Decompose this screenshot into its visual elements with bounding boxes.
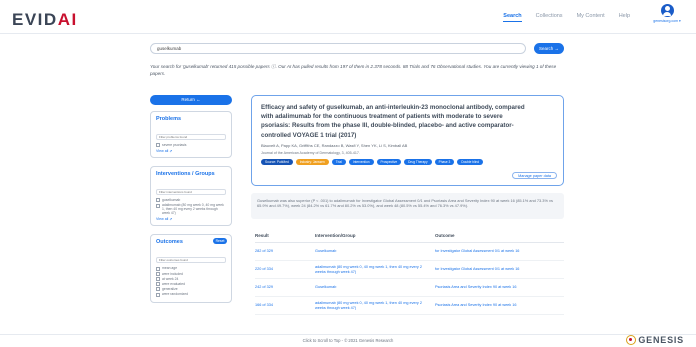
- intervention-cell[interactable]: Guselkumab: [315, 285, 435, 290]
- filter-option[interactable]: guselkumab: [156, 198, 226, 203]
- checkbox[interactable]: [156, 282, 160, 287]
- outcome-cell[interactable]: for Investigator Global Assessment 0/1 a…: [435, 267, 564, 272]
- tag-trial[interactable]: Trial: [331, 158, 346, 165]
- user-avatar-icon[interactable]: [660, 4, 674, 17]
- return-button[interactable]: Return ←: [150, 95, 232, 105]
- tag-industry[interactable]: Industry: Janssen: [295, 158, 329, 165]
- outcome-cell[interactable]: for Investigator Global Assessment 0/1 a…: [435, 249, 564, 254]
- paper-card: Efficacy and safety of guselkumab, an an…: [251, 95, 564, 186]
- conclusion-text: Guselkumab was also superior (P < .001) …: [251, 193, 564, 219]
- outcomes-filter-input[interactable]: [156, 257, 226, 264]
- search-bar: Search →: [150, 43, 564, 54]
- paper-authors: Blauvelt A, Papp KA, Griffiths CE, Randa…: [261, 142, 408, 148]
- interventions-filter: Interventions / Groups guselkumab adalim…: [150, 166, 232, 227]
- user-menu[interactable]: genesisorg.com ▾: [652, 4, 682, 23]
- filter-option[interactable]: were evaluated: [156, 282, 226, 287]
- scroll-to-top-link[interactable]: Click to Scroll to Top - © 2021 Genesis …: [0, 338, 696, 343]
- filter-option[interactable]: adalimumab (80 mg week 0, 40 mg week 1, …: [156, 203, 226, 215]
- paper-journal: Journal of the American Academy of Derma…: [261, 150, 360, 155]
- column-header: Outcome: [435, 233, 455, 238]
- filter-option[interactable]: were randomized: [156, 292, 226, 297]
- nav-collections[interactable]: Collections: [536, 13, 563, 22]
- intervention-cell[interactable]: Guselkumab: [315, 249, 435, 254]
- problems-view-all[interactable]: View all ⇗: [156, 149, 226, 153]
- logo-main: EVID: [12, 10, 58, 29]
- outcome-cell[interactable]: Psoriasis Area and Severity Index 90 at …: [435, 285, 564, 290]
- table-row[interactable]: 220 of 334 adalimumab (80 mg week 0, 40 …: [255, 261, 564, 279]
- outcome-cell[interactable]: Psoriasis Area and Severity Index 90 at …: [435, 303, 564, 308]
- filter-option[interactable]: mean age: [156, 266, 226, 271]
- tag-phase[interactable]: Phase 3: [434, 158, 455, 165]
- footer: Click to Scroll to Top - © 2021 Genesis …: [0, 334, 696, 347]
- search-input[interactable]: [150, 43, 526, 54]
- checkbox[interactable]: [156, 287, 160, 292]
- user-name[interactable]: genesisorg.com ▾: [652, 19, 682, 23]
- filter-option[interactable]: at week 24: [156, 277, 226, 281]
- interventions-title: Interventions / Groups: [156, 171, 215, 178]
- column-header: Result: [255, 233, 269, 238]
- manage-paper-data-button[interactable]: Manage paper data: [512, 172, 557, 179]
- tag-source[interactable]: Source: PubMed: [261, 158, 293, 165]
- result-cell[interactable]: 166 of 334: [255, 303, 315, 308]
- tag-intervention[interactable]: Intervention: [348, 158, 374, 165]
- checkbox[interactable]: [156, 143, 160, 148]
- nav-help[interactable]: Help: [619, 13, 630, 22]
- paper-title[interactable]: Efficacy and safety of guselkumab, an an…: [261, 103, 531, 140]
- checkbox[interactable]: [156, 266, 160, 271]
- intervention-cell[interactable]: adalimumab (80 mg week 0, 40 mg week 1, …: [315, 301, 435, 311]
- app-logo[interactable]: EVIDAI: [12, 10, 78, 30]
- logo-accent: AI: [57, 10, 78, 29]
- tag-prospective[interactable]: Prospective: [376, 158, 402, 165]
- search-summary: Your search for 'guselkumab' returned 41…: [150, 64, 557, 76]
- checkbox[interactable]: [156, 276, 160, 281]
- checkbox[interactable]: [156, 198, 160, 203]
- checkbox[interactable]: [156, 203, 160, 208]
- nav-my-content[interactable]: My Content: [577, 13, 605, 22]
- main-nav: Search Collections My Content Help: [503, 13, 630, 22]
- filter-option[interactable]: severe psoriasis: [156, 143, 226, 148]
- filter-option[interactable]: were included: [156, 272, 226, 276]
- paper-tags: Source: PubMed Industry: Janssen Trial I…: [261, 158, 554, 165]
- result-cell[interactable]: 282 of 329: [255, 249, 315, 254]
- outcomes-reset-button[interactable]: Reset: [213, 238, 227, 245]
- tag-drug-therapy[interactable]: Drug Therapy: [404, 158, 432, 165]
- problems-filter: Problems severe psoriasis View all ⇗: [150, 111, 232, 159]
- table-row[interactable]: 282 of 329 Guselkumab for Investigator G…: [255, 243, 564, 261]
- tag-double-blind[interactable]: Double blind: [457, 158, 484, 165]
- result-cell[interactable]: 220 of 334: [255, 267, 315, 272]
- filter-sidebar: Return ← Problems severe psoriasis View …: [150, 95, 232, 311]
- search-button[interactable]: Search →: [534, 43, 564, 54]
- checkbox[interactable]: [156, 271, 160, 276]
- interventions-view-all[interactable]: View all ⇗: [156, 217, 226, 221]
- genesis-mark-icon: [626, 335, 637, 345]
- problems-title: Problems: [156, 116, 182, 122]
- outcomes-filter: Outcomes Reset mean age were included at…: [150, 234, 232, 303]
- table-row[interactable]: 242 of 329 Guselkumab Psoriasis Area and…: [255, 279, 564, 297]
- table-row[interactable]: 166 of 334 adalimumab (80 mg week 0, 40 …: [255, 297, 564, 315]
- results-table: Result Intervention/Group Outcome 282 of…: [255, 233, 564, 315]
- results-header: Result Intervention/Group Outcome: [255, 233, 564, 243]
- interventions-filter-input[interactable]: [156, 189, 226, 196]
- checkbox[interactable]: [156, 292, 160, 297]
- column-header: Intervention/Group: [315, 233, 356, 238]
- genesis-brand: GENESIS: [638, 335, 684, 345]
- top-bar: EVIDAI Search Collections My Content Hel…: [0, 0, 696, 34]
- result-cell[interactable]: 242 of 329: [255, 285, 315, 290]
- nav-search[interactable]: Search: [503, 13, 522, 22]
- filter-option[interactable]: generalize: [156, 287, 226, 292]
- intervention-cell[interactable]: adalimumab (80 mg week 0, 40 mg week 1, …: [315, 265, 435, 275]
- problems-filter-input[interactable]: [156, 134, 226, 140]
- genesis-logo: GENESIS: [626, 335, 684, 345]
